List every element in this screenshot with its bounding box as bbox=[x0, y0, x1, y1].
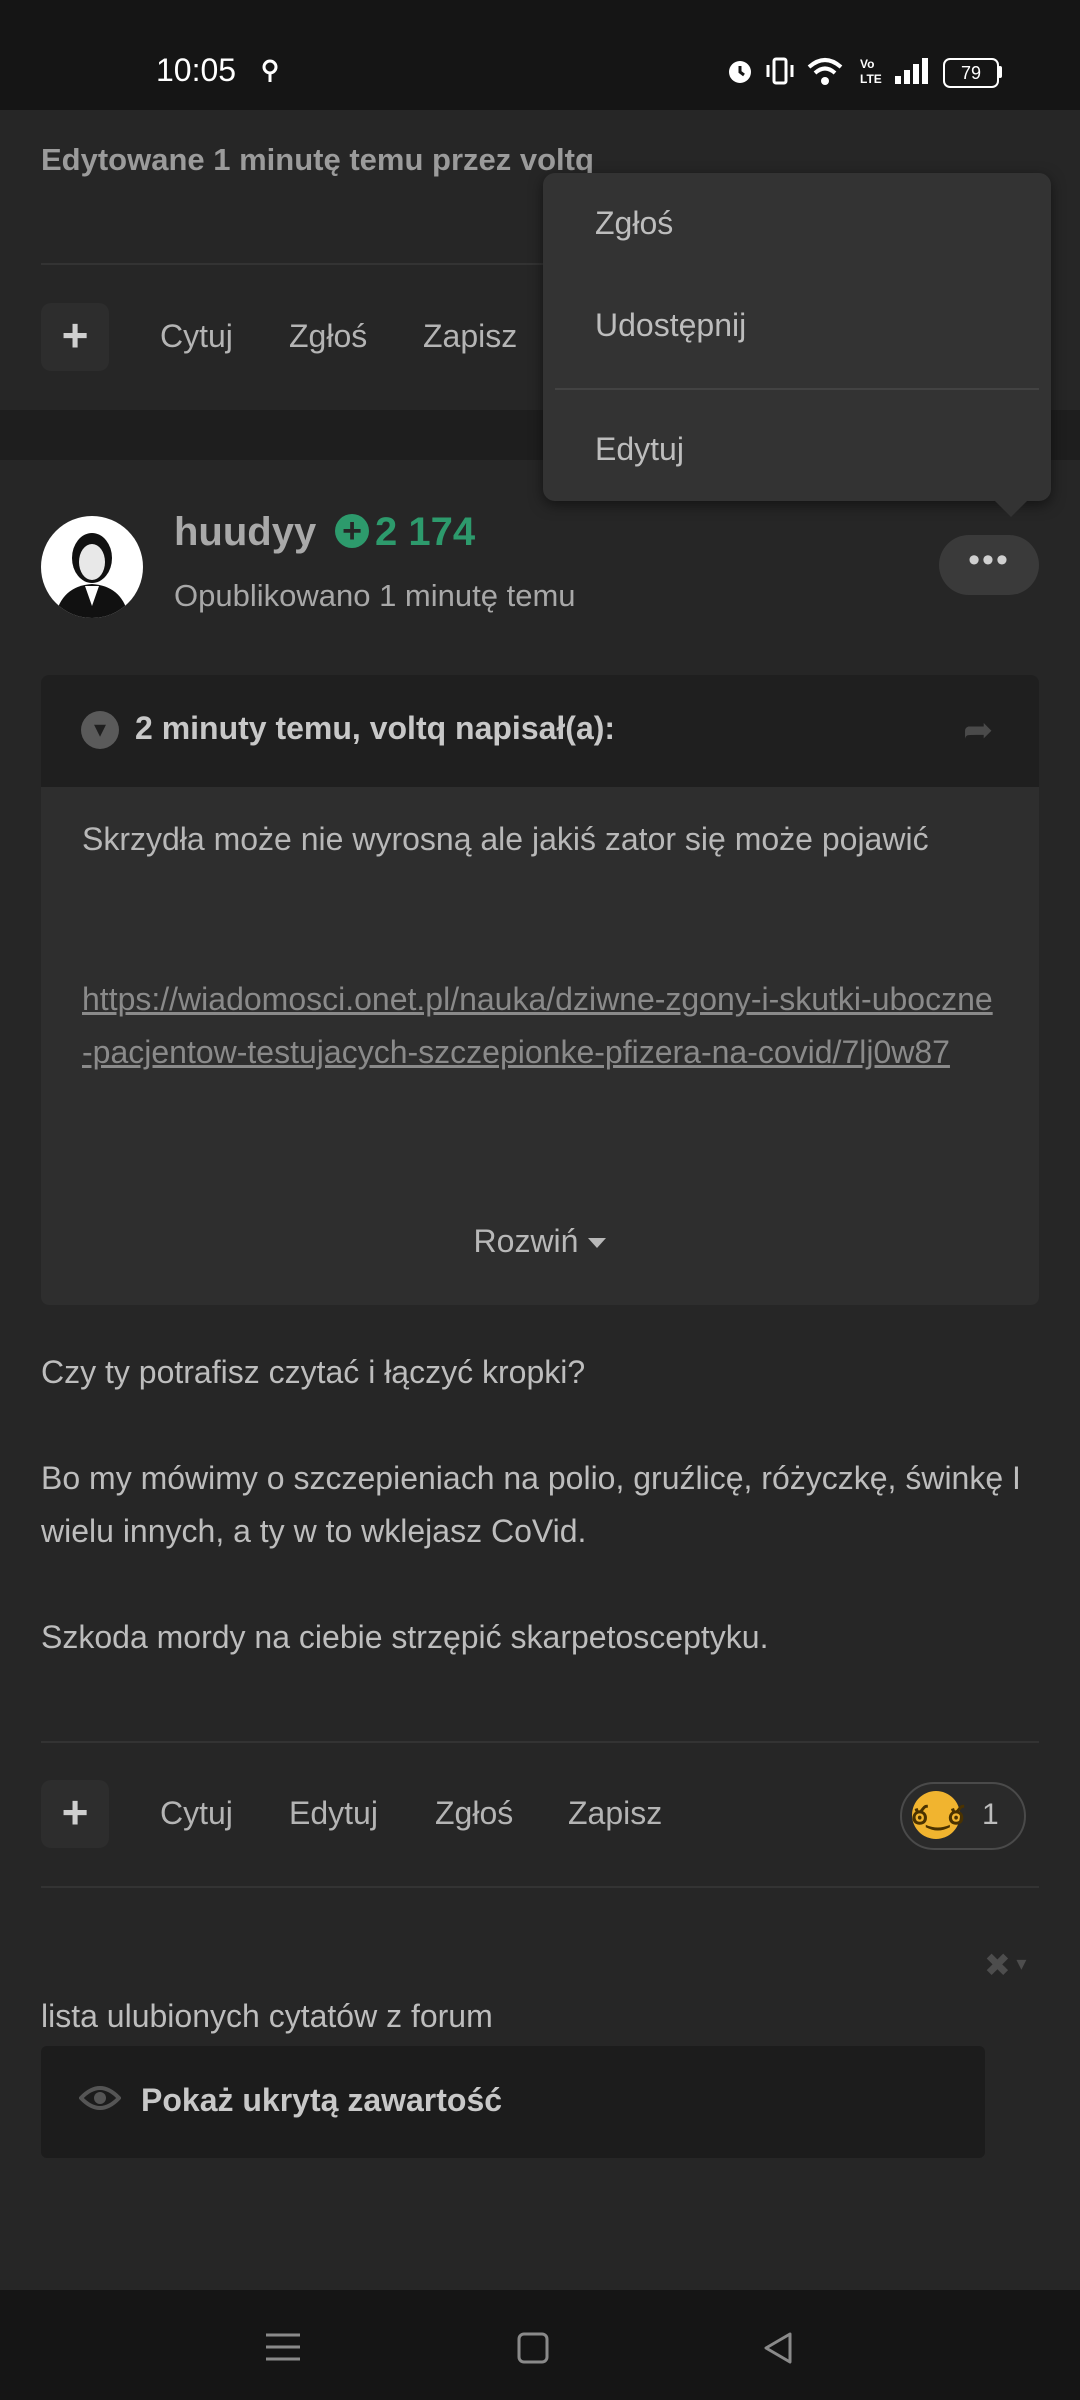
menu-divider bbox=[555, 388, 1039, 390]
menu-icon[interactable] bbox=[266, 2332, 300, 2362]
quote-button[interactable]: Cytuj bbox=[160, 318, 233, 355]
avatar[interactable] bbox=[41, 516, 143, 618]
spoiler-block[interactable]: Pokaż ukrytą zawartość bbox=[41, 2046, 985, 2158]
published-time: Opublikowano 1 minutę temu bbox=[174, 578, 576, 613]
status-bar: 10:05 Vo LTE 79 bbox=[0, 0, 1080, 110]
home-icon[interactable] bbox=[517, 2332, 549, 2364]
close-icon[interactable]: ✖ ▾ bbox=[984, 1946, 1026, 1984]
save-button[interactable]: Zapisz bbox=[568, 1795, 662, 1832]
alarm-icon bbox=[729, 61, 751, 83]
plus-icon: + bbox=[335, 514, 369, 548]
menu-item-edit[interactable]: Edytuj bbox=[595, 431, 684, 468]
report-button[interactable]: Zgłoś bbox=[289, 318, 367, 355]
reaction-emoji-icon: ఠ‿ఠ bbox=[912, 1791, 964, 1839]
post-paragraph: Bo my mówimy o szczepieniach na polio, g… bbox=[41, 1460, 1021, 1549]
reaction-count: 1 bbox=[982, 1798, 999, 1831]
post-options-menu: Zgłoś Udostępnij Edytuj bbox=[543, 173, 1051, 501]
eye-icon bbox=[79, 2086, 121, 2110]
quote-citation: 2 minuty temu, voltq napisał(a): bbox=[135, 710, 616, 746]
edit-button[interactable]: Edytuj bbox=[289, 1795, 378, 1832]
menu-pointer bbox=[994, 500, 1028, 517]
quote-link[interactable]: https://wiadomosci.onet.pl/nauka/dziwne-… bbox=[82, 973, 1002, 1079]
battery-icon: 79 bbox=[943, 58, 999, 88]
vibrate-icon bbox=[766, 57, 794, 85]
divider bbox=[41, 1741, 1039, 1743]
quote-header: ▾ 2 minuty temu, voltq napisał(a): ➦ bbox=[41, 675, 1039, 787]
save-button[interactable]: Zapisz bbox=[423, 318, 517, 355]
plus-icon[interactable]: + bbox=[41, 303, 109, 371]
edited-note: Edytowane 1 minutę temu przez voltq bbox=[41, 142, 594, 177]
signature-label: lista ulubionych cytatów z forum bbox=[41, 1998, 493, 2034]
menu-item-share[interactable]: Udostępnij bbox=[595, 307, 746, 344]
expand-label: Rozwiń bbox=[473, 1223, 579, 1259]
divider bbox=[41, 1886, 1039, 1888]
expand-button[interactable]: Rozwiń bbox=[41, 1223, 1039, 1260]
reputation: +2 174 bbox=[335, 510, 475, 555]
quote-button[interactable]: Cytuj bbox=[160, 1795, 233, 1832]
quote-text: Skrzydła może nie wyrosną ale jakiś zato… bbox=[82, 821, 929, 857]
menu-item-report[interactable]: Zgłoś bbox=[595, 205, 673, 242]
navigation-bar bbox=[0, 2290, 1080, 2400]
battery-tip bbox=[998, 66, 1002, 78]
volte-icon: Vo LTE bbox=[860, 57, 882, 86]
svg-text:Vo: Vo bbox=[860, 57, 874, 71]
share-icon[interactable]: ➦ bbox=[963, 709, 993, 751]
wifi-icon bbox=[807, 58, 843, 85]
svg-text:LTE: LTE bbox=[860, 72, 882, 86]
report-button[interactable]: Zgłoś bbox=[435, 1795, 513, 1832]
status-time: 10:05 bbox=[156, 52, 237, 88]
back-icon[interactable] bbox=[762, 2332, 794, 2364]
quote-block: ▾ 2 minuty temu, voltq napisał(a): ➦ Skr… bbox=[41, 675, 1039, 1305]
reaction-button[interactable]: ఠ‿ఠ 1 bbox=[900, 1782, 1026, 1850]
plus-icon[interactable]: + bbox=[41, 1780, 109, 1848]
caret-down-icon bbox=[588, 1238, 607, 1248]
more-icon[interactable]: ••• bbox=[939, 535, 1039, 595]
post-paragraph: Szkoda mordy na ciebie strzępić skarpeto… bbox=[41, 1619, 769, 1655]
chevron-down-icon[interactable]: ▾ bbox=[81, 711, 119, 749]
spoiler-label: Pokaż ukrytą zawartość bbox=[141, 2082, 503, 2118]
reputation-value: 2 174 bbox=[375, 510, 476, 554]
location-icon bbox=[262, 59, 278, 82]
author-name[interactable]: huudyy bbox=[174, 510, 316, 555]
signal-icon bbox=[895, 58, 928, 84]
post-paragraph: Czy ty potrafisz czytać i łączyć kropki? bbox=[41, 1354, 586, 1390]
